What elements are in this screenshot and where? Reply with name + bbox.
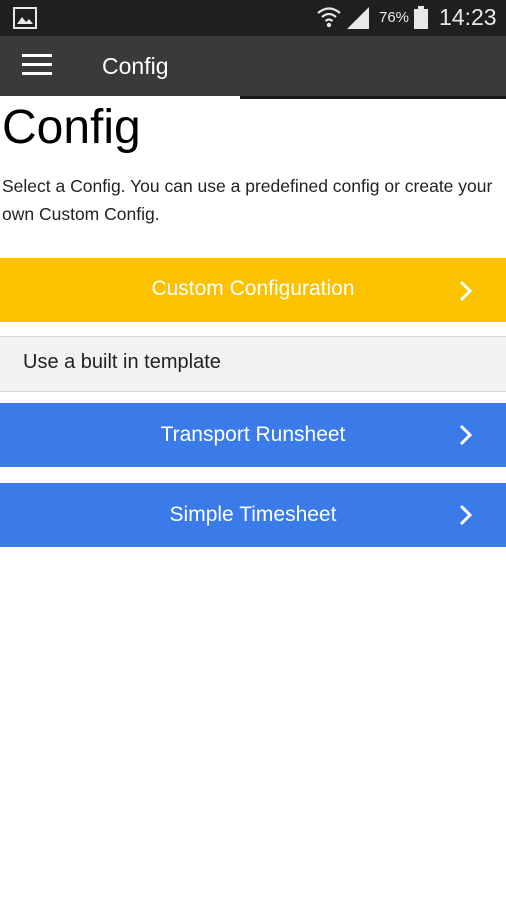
chevron-right-icon — [458, 279, 474, 308]
app-bar-underline — [240, 96, 506, 99]
chevron-right-icon — [458, 423, 474, 452]
page-title: Config — [2, 101, 141, 154]
app-bar: Config — [0, 36, 506, 96]
clock: 14:23 — [439, 4, 497, 30]
page-description: Select a Config. You can use a predefine… — [2, 176, 493, 224]
simple-timesheet-button[interactable]: Simple Timesheet — [0, 483, 506, 547]
simple-timesheet-label: Simple Timesheet — [169, 503, 337, 526]
custom-configuration-label: Custom Configuration — [151, 277, 355, 300]
custom-configuration-button[interactable]: Custom Configuration — [0, 258, 506, 322]
chevron-right-icon — [458, 503, 474, 532]
battery-icon — [413, 6, 429, 35]
template-section-label: Use a built in template — [23, 351, 221, 373]
battery-percent: 76% — [379, 9, 410, 26]
image-icon — [13, 7, 37, 34]
wifi-icon — [316, 4, 342, 35]
hamburger-menu-icon[interactable] — [14, 48, 60, 84]
transport-runsheet-button[interactable]: Transport Runsheet — [0, 403, 506, 467]
status-bar: 76% 14:23 — [0, 0, 506, 36]
transport-runsheet-label: Transport Runsheet — [160, 423, 346, 446]
signal-icon — [345, 6, 371, 35]
app-bar-title: Config — [102, 53, 169, 79]
template-section-header: Use a built in template — [0, 336, 506, 392]
